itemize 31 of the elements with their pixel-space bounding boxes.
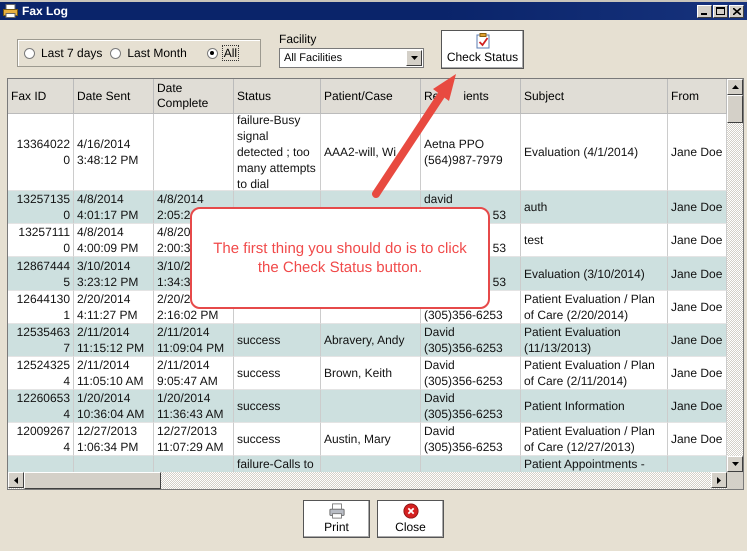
check-status-button[interactable]: Check Status — [441, 30, 524, 69]
printer-icon — [328, 503, 346, 519]
maximize-icon — [716, 7, 725, 15]
scrollbar-corner — [727, 472, 743, 489]
scroll-left-icon — [14, 476, 18, 484]
facility-dropdown[interactable]: All Facilities — [279, 48, 424, 68]
window-title: Fax Log — [22, 4, 68, 18]
minimize-button[interactable] — [697, 4, 712, 18]
scroll-down-button[interactable] — [727, 456, 743, 472]
radio-option[interactable]: Last Month — [110, 45, 189, 61]
scroll-down-icon — [732, 462, 738, 466]
scroll-right-icon — [717, 476, 721, 484]
caret-icon — [410, 56, 418, 60]
scroll-right-button[interactable] — [711, 472, 727, 488]
maximize-button[interactable] — [713, 4, 728, 18]
close-button[interactable] — [729, 4, 744, 18]
vertical-scrollbar[interactable] — [727, 79, 743, 472]
scroll-left-button[interactable] — [8, 472, 24, 488]
print-button[interactable]: Print — [303, 500, 370, 538]
close-dialog-button[interactable]: Close — [377, 500, 444, 538]
close-icon — [732, 8, 740, 14]
clipboard-check-icon — [476, 33, 490, 49]
scroll-up-button[interactable] — [727, 79, 743, 95]
horizontal-scrollbar[interactable] — [8, 472, 727, 489]
radio-option[interactable]: Last 7 days — [24, 45, 104, 61]
scrollbar-thumb[interactable] — [727, 95, 743, 123]
scrollbar-thumb[interactable] — [24, 472, 161, 489]
facility-label: Facility — [279, 32, 318, 46]
printer-icon — [3, 4, 18, 18]
scroll-up-icon — [732, 85, 738, 89]
close-icon — [402, 503, 420, 519]
